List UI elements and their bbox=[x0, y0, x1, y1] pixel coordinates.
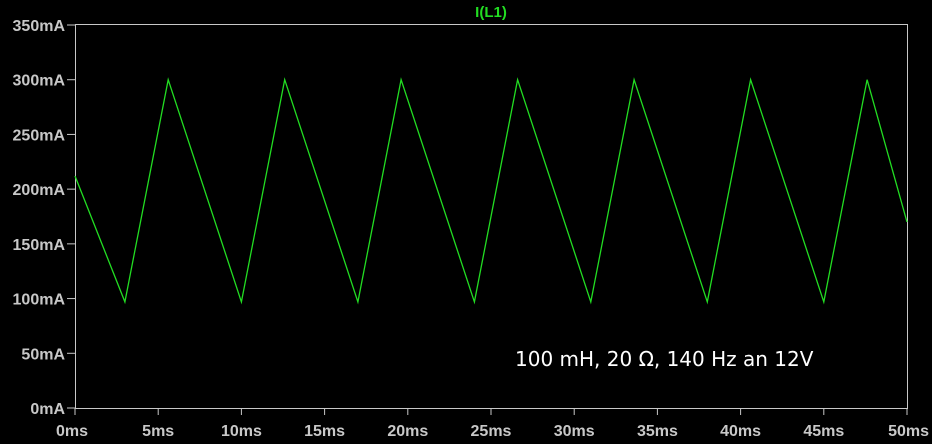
plot-background bbox=[0, 0, 932, 444]
y-tick-label: 100mA bbox=[13, 292, 66, 309]
x-tick-label: 50ms bbox=[888, 423, 929, 440]
y-tick-label: 350mA bbox=[13, 18, 66, 35]
x-tick-label: 30ms bbox=[554, 423, 595, 440]
x-tick-label: 15ms bbox=[304, 423, 345, 440]
current-waveform-plot: I(L1) 0mA 50mA 100mA 150mA 200mA 250mA 300mA 35… bbox=[0, 0, 932, 444]
x-tick-label: 0ms bbox=[56, 423, 88, 440]
y-tick-label: 0mA bbox=[30, 401, 65, 418]
x-tick-label: 45ms bbox=[803, 423, 844, 440]
x-tick-label: 25ms bbox=[471, 423, 512, 440]
y-tick-label: 150mA bbox=[13, 237, 66, 254]
x-tick-label: 40ms bbox=[720, 423, 761, 440]
y-tick-label: 50mA bbox=[21, 346, 65, 363]
y-tick-label: 250mA bbox=[13, 127, 66, 144]
y-tick-label: 200mA bbox=[13, 182, 66, 199]
circuit-annotation: 100 mH, 20 Ω, 140 Hz an 12V bbox=[515, 347, 814, 371]
x-tick-label: 5ms bbox=[142, 423, 174, 440]
x-tick-label: 10ms bbox=[221, 423, 262, 440]
x-tick-label: 35ms bbox=[637, 423, 678, 440]
chart-title[interactable]: I(L1) bbox=[475, 4, 507, 21]
x-tick-label: 20ms bbox=[387, 423, 428, 440]
y-tick-label: 300mA bbox=[13, 73, 66, 90]
